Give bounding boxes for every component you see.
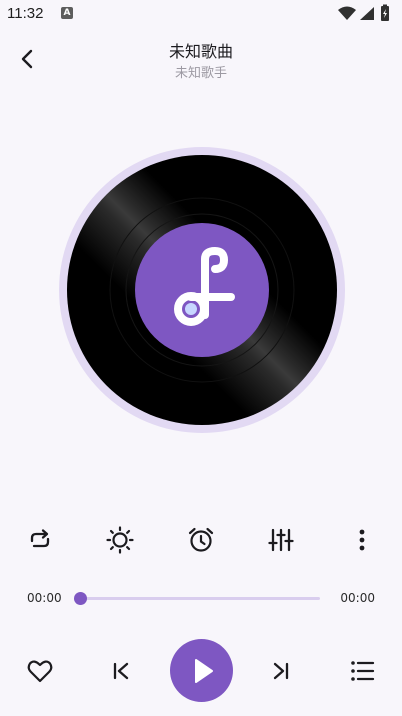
wifi-icon [338, 6, 356, 20]
seek-thumb[interactable] [74, 592, 87, 605]
alarm-icon [188, 527, 214, 552]
signal-icon [360, 7, 374, 20]
status-bar: 11:32 A [0, 0, 402, 28]
play-button[interactable] [170, 639, 233, 702]
repeat-icon [30, 529, 50, 548]
battery-icon [381, 4, 389, 21]
equalizer-button[interactable] [261, 520, 301, 560]
more-vert-icon [359, 529, 365, 551]
brightness-icon [106, 526, 134, 554]
favorite-button[interactable] [20, 651, 60, 691]
next-button[interactable] [261, 651, 301, 691]
sleep-timer-button[interactable] [181, 520, 221, 560]
heart-icon [27, 660, 53, 683]
playlist-icon [351, 661, 375, 681]
equalizer-icon [268, 528, 294, 552]
skip-next-icon [273, 662, 289, 680]
skip-previous-icon [113, 662, 129, 680]
playlist-button[interactable] [342, 651, 382, 691]
play-icon [194, 658, 213, 683]
current-time: 00:00 [27, 591, 62, 605]
status-icons [336, 4, 396, 22]
repeat-button[interactable] [20, 520, 60, 560]
notification-badge: A [61, 7, 73, 19]
more-options-button[interactable] [342, 520, 382, 560]
album-disc [59, 147, 345, 433]
total-time: 00:00 [340, 591, 375, 605]
seek-bar[interactable] [74, 592, 320, 605]
brightness-button[interactable] [100, 520, 140, 560]
status-time: 11:32 [7, 5, 44, 22]
previous-button[interactable] [101, 651, 141, 691]
song-artist: 未知歌手 [174, 66, 227, 81]
song-title: 未知歌曲 [168, 42, 233, 61]
